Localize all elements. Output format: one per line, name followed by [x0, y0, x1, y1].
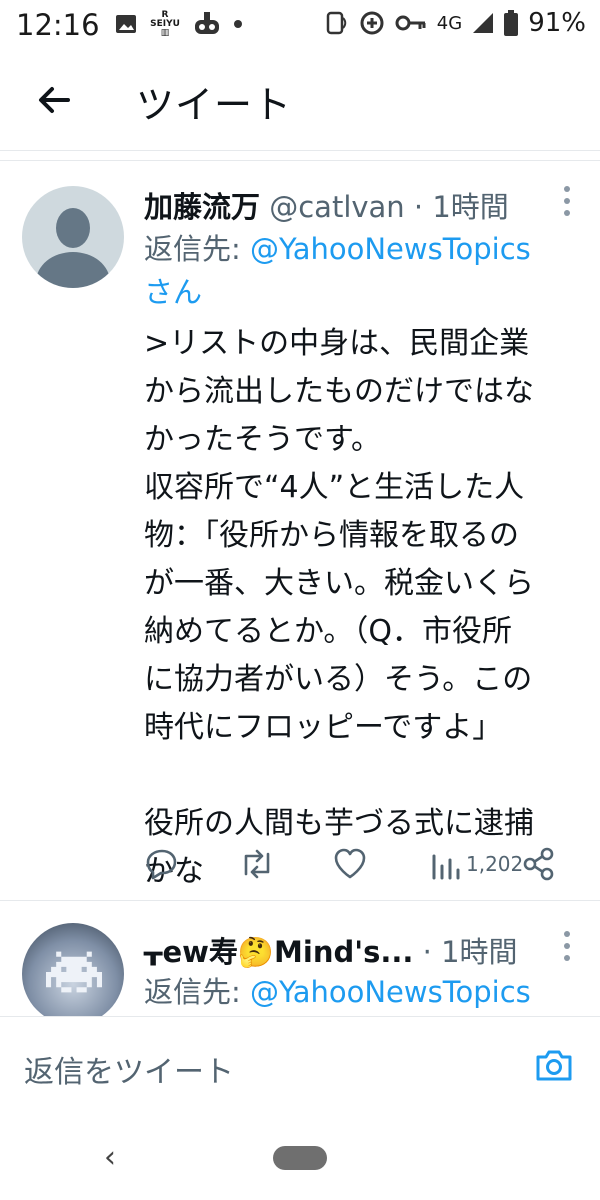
share-button[interactable]	[522, 846, 562, 886]
retweet-button[interactable]	[238, 846, 278, 886]
more-options-button[interactable]	[560, 931, 574, 965]
tweet-text: >リストの中身は、民間企業 から流出したものだけではな かったそうです。 収容所…	[144, 326, 534, 889]
data-saver-icon	[360, 11, 384, 35]
views-button[interactable]	[430, 846, 470, 886]
user-handle[interactable]: @catlvan	[269, 190, 404, 224]
views-count: 1,202	[466, 852, 524, 876]
battery-icon	[504, 10, 519, 36]
retweet-icon	[244, 849, 270, 879]
display-name[interactable]: ᚁew寿🤔Mind's...	[144, 935, 413, 969]
reply-icon	[146, 849, 177, 880]
signal-icon	[473, 13, 494, 33]
space-invader-image	[46, 951, 102, 993]
rakuten-seiyu-icon: R SEIYU ▥	[150, 9, 180, 38]
default-profile-head	[56, 208, 90, 248]
display-name[interactable]: 加藤流万	[144, 190, 260, 224]
camera-button[interactable]	[534, 1045, 574, 1085]
camera-icon	[536, 1050, 572, 1081]
reply-to-line: 返信先: @YahooNewsTopics	[144, 971, 574, 1014]
header-divider	[0, 150, 600, 151]
key-icon	[395, 15, 426, 31]
bar-chart-icon	[432, 854, 460, 880]
status-time: 12:16	[16, 8, 100, 42]
tweet-time[interactable]: · 1時間	[414, 190, 509, 224]
reply-prefix: 返信先:	[144, 232, 250, 266]
reply-to-link[interactable]: @YahooNewsTopics	[250, 975, 531, 1009]
tweet-header: ᚁew寿🤔Mind's... · 1時間	[144, 929, 540, 971]
more-options-button[interactable]	[560, 186, 574, 220]
page-title: ツイート	[136, 83, 293, 127]
nav-back-button[interactable]: ‹	[104, 1140, 116, 1175]
image-icon	[116, 15, 136, 33]
network-type: 4G	[436, 12, 463, 34]
heart-icon	[334, 848, 366, 879]
avatar[interactable]	[22, 923, 124, 1016]
reply-compose-bar[interactable]: 返信をツイート	[0, 1016, 600, 1117]
reply-suffix[interactable]: さん	[144, 275, 202, 309]
share-icon	[523, 847, 554, 881]
system-navigation-bar: ‹	[0, 1116, 600, 1200]
default-profile-body	[36, 252, 110, 288]
nfc-icon	[326, 11, 347, 35]
system-icons: 4G 91%	[323, 8, 586, 38]
avatar[interactable]	[22, 186, 124, 288]
notification-icons: R SEIYU ▥	[114, 10, 242, 38]
battery-percent: 91%	[528, 8, 586, 38]
tweet-time[interactable]: · 1時間	[423, 935, 518, 969]
app-bar: ツイート	[0, 60, 600, 140]
status-bar: 12:16 R SEIYU ▥ 4G 91%	[0, 0, 600, 48]
reply-prefix: 返信先:	[144, 975, 250, 1009]
home-gesture-pill[interactable]	[273, 1146, 327, 1170]
tweet-card[interactable]: 加藤流万 @catlvan · 1時間 返信先: @YahooNewsTopic…	[0, 160, 600, 900]
tweet-card[interactable]: ᚁew寿🤔Mind's... · 1時間 返信先: @YahooNewsTopi…	[0, 901, 600, 1016]
like-button[interactable]	[332, 846, 372, 886]
reply-button[interactable]	[144, 846, 184, 886]
arrow-left-icon	[39, 87, 70, 113]
back-button[interactable]	[32, 78, 76, 122]
tweet-header: 加藤流万 @catlvan · 1時間	[144, 184, 540, 226]
tweet-actions: 1,202	[144, 846, 564, 886]
reply-to-line: 返信先: @YahooNewsTopics さん	[144, 228, 574, 314]
game-icon	[195, 12, 219, 34]
dot-icon	[234, 20, 242, 28]
reply-input[interactable]: 返信をツイート	[24, 1047, 234, 1091]
reply-to-link[interactable]: @YahooNewsTopics	[250, 232, 531, 266]
